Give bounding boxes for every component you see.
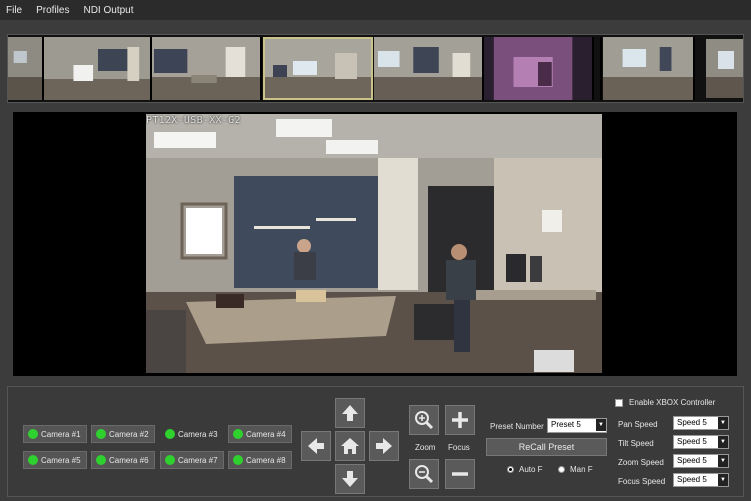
arrow-right-icon — [376, 438, 392, 454]
zoom-in-button[interactable] — [409, 405, 439, 435]
dropdown-arrow-icon: ▼ — [718, 474, 728, 486]
recall-preset-button[interactable]: ReCall Preset — [486, 438, 607, 456]
camera-6-button[interactable]: Camera #6 — [91, 451, 155, 469]
camera-7-button[interactable]: Camera #7 — [160, 451, 224, 469]
enable-xbox-label: Enable XBOX Controller — [629, 398, 716, 407]
menu-profiles[interactable]: Profiles — [36, 5, 69, 16]
zoom-speed-label: Zoom Speed — [618, 458, 664, 467]
camera-thumbnail-selected[interactable] — [263, 37, 373, 100]
camera-thumbnail[interactable] — [696, 37, 743, 100]
manual-focus-label: Man F — [570, 465, 593, 474]
pan-speed-label: Pan Speed — [618, 420, 658, 429]
status-online-icon — [28, 455, 38, 465]
status-online-icon — [233, 455, 243, 465]
zoom-speed-select[interactable]: Speed 5 ▼ — [673, 454, 729, 468]
camera-thumbnail[interactable] — [152, 37, 262, 100]
arrow-up-icon — [342, 405, 358, 421]
home-icon — [341, 438, 359, 454]
minus-icon — [452, 472, 468, 476]
camera-2-button[interactable]: Camera #2 — [91, 425, 155, 443]
preset-number-label: Preset Number — [490, 422, 544, 431]
focus-speed-label: Focus Speed — [618, 477, 666, 486]
arrow-left-icon — [308, 438, 324, 454]
home-button[interactable] — [335, 431, 365, 461]
pan-speed-select[interactable]: Speed 5 ▼ — [673, 416, 729, 430]
status-online-icon — [233, 429, 243, 439]
zoom-out-button[interactable] — [409, 459, 439, 489]
camera-1-button[interactable]: Camera #1 — [23, 425, 87, 443]
auto-focus-radio[interactable] — [507, 466, 514, 473]
focus-near-button[interactable] — [445, 405, 475, 435]
tilt-down-button[interactable] — [335, 464, 365, 494]
dropdown-arrow-icon: ▼ — [718, 417, 728, 429]
plus-icon — [452, 412, 468, 428]
tilt-speed-select[interactable]: Speed 5 ▼ — [673, 435, 729, 449]
menu-bar: File Profiles NDI Output — [0, 0, 751, 20]
status-online-icon — [28, 429, 38, 439]
camera-3-button[interactable]: Camera #3 — [160, 425, 224, 443]
control-panel: Camera #1 Camera #2 Camera #3 Camera #4 … — [7, 386, 744, 497]
camera-thumbnail-strip — [7, 34, 744, 103]
status-online-icon — [165, 429, 175, 439]
camera-4-button[interactable]: Camera #4 — [228, 425, 292, 443]
status-online-icon — [165, 455, 175, 465]
camera-osd-text: PT12X-USB-XX-G2 — [146, 115, 241, 126]
tilt-speed-label: Tilt Speed — [618, 439, 654, 448]
zoom-in-icon — [415, 411, 434, 430]
camera-feed-image — [146, 114, 602, 373]
dropdown-arrow-icon: ▼ — [596, 419, 606, 431]
status-online-icon — [96, 455, 106, 465]
live-video-view[interactable]: PT12X-USB-XX-G2 — [13, 112, 737, 376]
camera-8-button[interactable]: Camera #8 — [228, 451, 292, 469]
focus-far-button[interactable] — [445, 459, 475, 489]
menu-ndi-output[interactable]: NDI Output — [83, 5, 133, 16]
camera-thumbnail[interactable] — [603, 37, 695, 100]
enable-xbox-checkbox[interactable] — [615, 399, 623, 407]
arrow-down-icon — [342, 471, 358, 487]
dropdown-arrow-icon: ▼ — [718, 436, 728, 448]
camera-thumbnail[interactable] — [594, 37, 602, 100]
zoom-out-icon — [415, 465, 434, 484]
camera-thumbnail[interactable] — [8, 37, 44, 100]
pan-left-button[interactable] — [301, 431, 331, 461]
pan-right-button[interactable] — [369, 431, 399, 461]
camera-thumbnail[interactable] — [44, 37, 152, 100]
tilt-up-button[interactable] — [335, 398, 365, 428]
focus-label: Focus — [448, 443, 470, 452]
camera-5-button[interactable]: Camera #5 — [23, 451, 87, 469]
zoom-label: Zoom — [415, 443, 436, 452]
focus-speed-select[interactable]: Speed 5 ▼ — [673, 473, 729, 487]
menu-file[interactable]: File — [6, 5, 22, 16]
camera-thumbnail[interactable] — [374, 37, 484, 100]
dropdown-arrow-icon: ▼ — [718, 455, 728, 467]
manual-focus-radio[interactable] — [558, 466, 565, 473]
preset-number-select[interactable]: Preset 5 ▼ — [547, 418, 607, 433]
auto-focus-label: Auto F — [519, 465, 543, 474]
camera-thumbnail[interactable] — [484, 37, 594, 100]
status-online-icon — [96, 429, 106, 439]
